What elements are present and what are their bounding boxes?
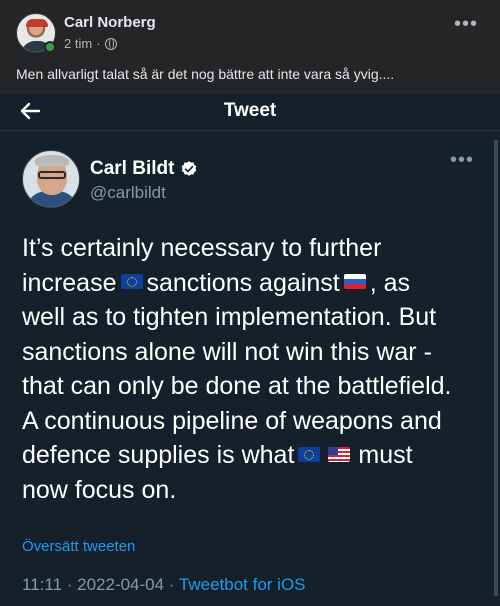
tweet-timestamp-row: 11:11 · 2022-04-04 · Tweetbot for iOS: [22, 575, 306, 595]
eu-flag-icon: [298, 446, 321, 462]
tweet-line: well as to tighten implementation. But: [22, 303, 437, 331]
online-status-icon: [44, 41, 56, 53]
tweet-line: A continuous pipeline of weapons and: [22, 406, 442, 435]
meta-separator: ·: [96, 36, 101, 51]
post-time[interactable]: 2 tim: [64, 36, 92, 51]
scrollbar: [494, 140, 498, 596]
tweet-body: It’s certainly necessary to further incr…: [22, 231, 482, 507]
tweet-line: increase sanctions against, as: [22, 268, 410, 297]
russia-flag-icon: [343, 274, 366, 290]
verified-badge-icon: [182, 161, 197, 176]
tweet-line: sanctions alone will not win this war -: [22, 337, 432, 366]
post-meta: 2 tim ·: [64, 36, 117, 51]
tweet-page-title: Tweet: [223, 100, 277, 121]
post-header: Carl Norberg 2 tim · •••: [0, 0, 500, 60]
divider: [0, 130, 500, 131]
post-text: Men allvarligt talat så är det nog bättr…: [16, 66, 395, 82]
eu-flag-icon: [120, 274, 143, 290]
tweet-more-icon: •••: [449, 149, 474, 171]
tweet-line: that can only be done at the battlefield…: [22, 372, 452, 400]
post-more-options-button[interactable]: •••: [454, 14, 478, 34]
tweet-author-name-row: Carl Bildt: [90, 158, 198, 180]
tweet-screenshot-image[interactable]: Tweet Carl Bildt @carlbildt ••• It’s cer…: [0, 94, 500, 606]
tweet-author-name: Carl Bildt: [90, 158, 175, 179]
tweet-line: It’s certainly necessary to further: [22, 234, 382, 262]
tweet-topbar: Tweet: [0, 94, 500, 130]
globe-icon: [104, 37, 117, 50]
tweet-source: Tweetbot for iOS: [178, 575, 306, 594]
tweet-timestamp: 11:11 · 2022-04-04 ·: [22, 575, 175, 594]
post-author-name[interactable]: Carl Norberg: [64, 14, 156, 31]
usa-flag-icon: [328, 446, 351, 462]
tweet-author-handle: @carlbildt: [90, 183, 166, 202]
tweet-line: now focus on.: [22, 475, 177, 504]
translate-tweet-link: Översätt tweeten: [22, 538, 136, 555]
tweet-author-avatar: [22, 150, 80, 208]
tweet-line: defence supplies is what must: [22, 441, 413, 469]
